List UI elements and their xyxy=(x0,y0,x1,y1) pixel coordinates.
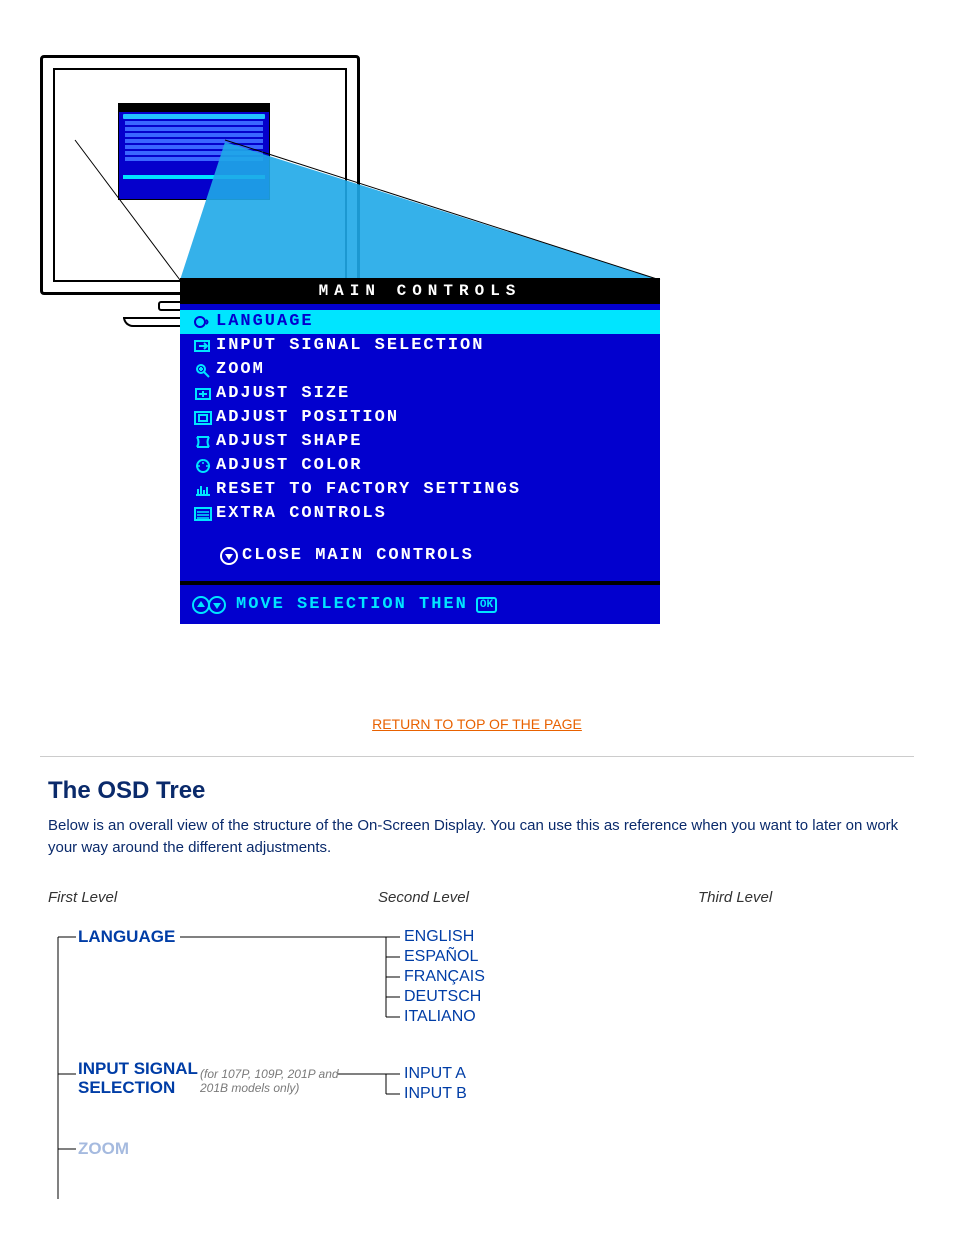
input-icon xyxy=(190,338,216,354)
color-icon xyxy=(190,458,216,474)
osd-item-label: LANGUAGE xyxy=(216,311,314,333)
osd-item-label: ADJUST POSITION xyxy=(216,407,399,429)
section-title-osd-tree: The OSD Tree xyxy=(48,777,906,805)
tree-l2-input-a: INPUT A xyxy=(404,1064,466,1084)
tree-l2-italiano: ITALIANO xyxy=(404,1007,476,1027)
tree-l2-francais: FRANÇAIS xyxy=(404,967,485,987)
tree-l2-espanol: ESPAÑOL xyxy=(404,947,478,967)
osd-item-size[interactable]: ADJUST SIZE xyxy=(180,382,660,406)
tree-l1-language: LANGUAGE xyxy=(78,927,175,947)
osd-item-language[interactable]: LANGUAGE xyxy=(180,310,660,334)
osd-illustration: MAIN CONTROLS LANGUAGE INPUT SIGNAL SELE… xyxy=(0,0,954,710)
osd-close-row[interactable]: CLOSE MAIN CONTROLS xyxy=(180,544,660,581)
osd-item-position[interactable]: ADJUST POSITION xyxy=(180,406,660,430)
language-icon xyxy=(190,314,216,330)
divider xyxy=(40,756,914,757)
tree-l2-english: ENGLISH xyxy=(404,927,474,947)
reset-icon xyxy=(190,482,216,498)
position-icon xyxy=(190,410,216,426)
osd-menu-list: LANGUAGE INPUT SIGNAL SELECTION ZOOM ADJ… xyxy=(180,304,660,581)
tree-l2-deutsch: DEUTSCH xyxy=(404,987,481,1007)
up-down-arrows-icon xyxy=(192,596,226,614)
osd-item-label: ZOOM xyxy=(216,359,265,381)
ok-icon: OK xyxy=(476,597,497,613)
osd-item-extra[interactable]: EXTRA CONTROLS xyxy=(180,502,660,526)
osd-close-label: CLOSE MAIN CONTROLS xyxy=(242,546,474,565)
osd-item-label: ADJUST COLOR xyxy=(216,455,362,477)
return-to-top-link[interactable]: RETURN TO TOP OF THE PAGE xyxy=(0,716,954,732)
osd-tree-diagram: First Level Second Level Third Level LAN… xyxy=(48,889,906,1199)
zoom-icon xyxy=(190,362,216,378)
tree-l2-input-b: INPUT B xyxy=(404,1084,467,1104)
osd-item-label: EXTRA CONTROLS xyxy=(216,503,387,525)
osd-title: MAIN CONTROLS xyxy=(180,278,660,304)
osd-item-label: ADJUST SIZE xyxy=(216,383,350,405)
tree-l1-input-signal: INPUT SIGNAL SELECTION xyxy=(78,1059,198,1097)
osd-item-label: RESET TO FACTORY SETTINGS xyxy=(216,479,521,501)
osd-item-shape[interactable]: ADJUST SHAPE xyxy=(180,430,660,454)
osd-item-label: ADJUST SHAPE xyxy=(216,431,362,453)
osd-item-label: INPUT SIGNAL SELECTION xyxy=(216,335,484,357)
tree-l1-zoom-partial: ZOOM xyxy=(78,1139,129,1159)
osd-hint-bar: MOVE SELECTION THEN OK xyxy=(180,581,660,624)
osd-panel: MAIN CONTROLS LANGUAGE INPUT SIGNAL SELE… xyxy=(180,278,660,624)
section-body-osd-tree: Below is an overall view of the structur… xyxy=(48,815,906,859)
extra-icon xyxy=(190,506,216,522)
osd-item-reset[interactable]: RESET TO FACTORY SETTINGS xyxy=(180,478,660,502)
osd-item-input[interactable]: INPUT SIGNAL SELECTION xyxy=(180,334,660,358)
shape-icon xyxy=(190,434,216,450)
size-icon xyxy=(190,386,216,402)
close-down-icon xyxy=(216,547,242,565)
osd-hint-text: MOVE SELECTION THEN xyxy=(236,595,468,614)
tree-note-input: (for 107P, 109P, 201P and 201B models on… xyxy=(200,1067,340,1095)
osd-item-zoom[interactable]: ZOOM xyxy=(180,358,660,382)
osd-item-color[interactable]: ADJUST COLOR xyxy=(180,454,660,478)
